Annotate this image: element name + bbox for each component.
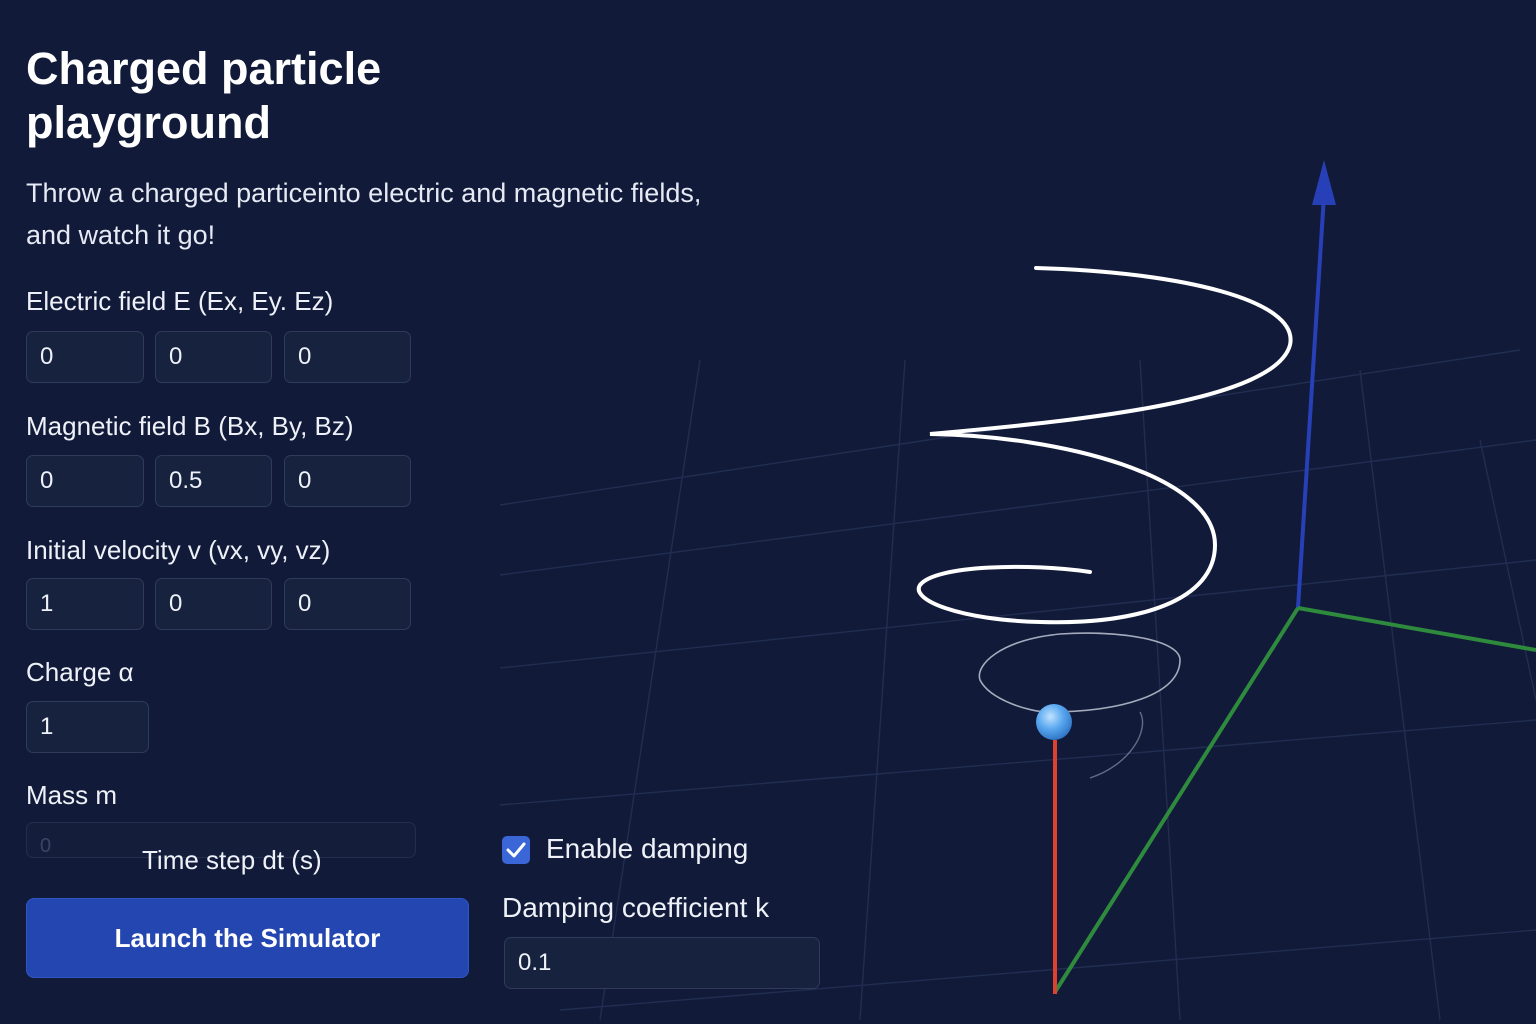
intro: Charged particle playground Throw a char… bbox=[26, 42, 726, 256]
x-axis-diagonal bbox=[1053, 606, 1300, 994]
initial-velocity-vz-input[interactable] bbox=[284, 578, 411, 630]
magnetic-field-bx-input[interactable] bbox=[26, 455, 144, 507]
playground-page: Charged particle playground Throw a char… bbox=[0, 0, 1536, 1024]
charge-label: Charge α bbox=[26, 657, 134, 687]
sphere-icon bbox=[1036, 704, 1072, 740]
initial-velocity-vy-input[interactable] bbox=[155, 578, 272, 630]
damping-coefficient-input[interactable] bbox=[504, 937, 820, 989]
electric-field-label: Electric field E (Ex, Ey. Ez) bbox=[26, 286, 334, 316]
initial-velocity-label: Initial velocity v (vx, vy, vz) bbox=[26, 535, 331, 565]
launch-simulator-button[interactable]: Launch the Simulator bbox=[26, 898, 469, 978]
electric-field-ez-input[interactable] bbox=[284, 331, 411, 383]
checkmark-icon bbox=[506, 842, 526, 858]
electric-field-ey-input[interactable] bbox=[155, 331, 272, 383]
magnetic-field-label: Magnetic field B (Bx, By, Bz) bbox=[26, 411, 354, 441]
enable-damping-label[interactable]: Enable damping bbox=[546, 833, 748, 865]
page-subtitle: Throw a charged particeinto electric and… bbox=[26, 178, 702, 250]
magnetic-field-bz-input[interactable] bbox=[284, 455, 411, 507]
magnetic-field-by-input[interactable] bbox=[155, 455, 272, 507]
initial-velocity-vx-input[interactable] bbox=[26, 578, 144, 630]
z-axis-arrow-icon bbox=[1312, 160, 1336, 205]
enable-damping-checkbox[interactable] bbox=[502, 836, 530, 864]
mass-label: Mass m bbox=[26, 780, 117, 810]
page-title: Charged particle playground bbox=[26, 43, 382, 148]
electric-field-ex-input[interactable] bbox=[26, 331, 144, 383]
z-axis bbox=[1296, 194, 1326, 609]
damping-coefficient-label: Damping coefficient k bbox=[502, 892, 770, 923]
trajectory-path bbox=[916, 266, 1293, 779]
particle bbox=[1036, 704, 1072, 740]
axes bbox=[1053, 160, 1536, 994]
charge-input[interactable] bbox=[26, 701, 149, 753]
y-axis bbox=[1297, 606, 1536, 652]
time-step-label: Time step dt (s) bbox=[142, 845, 322, 875]
